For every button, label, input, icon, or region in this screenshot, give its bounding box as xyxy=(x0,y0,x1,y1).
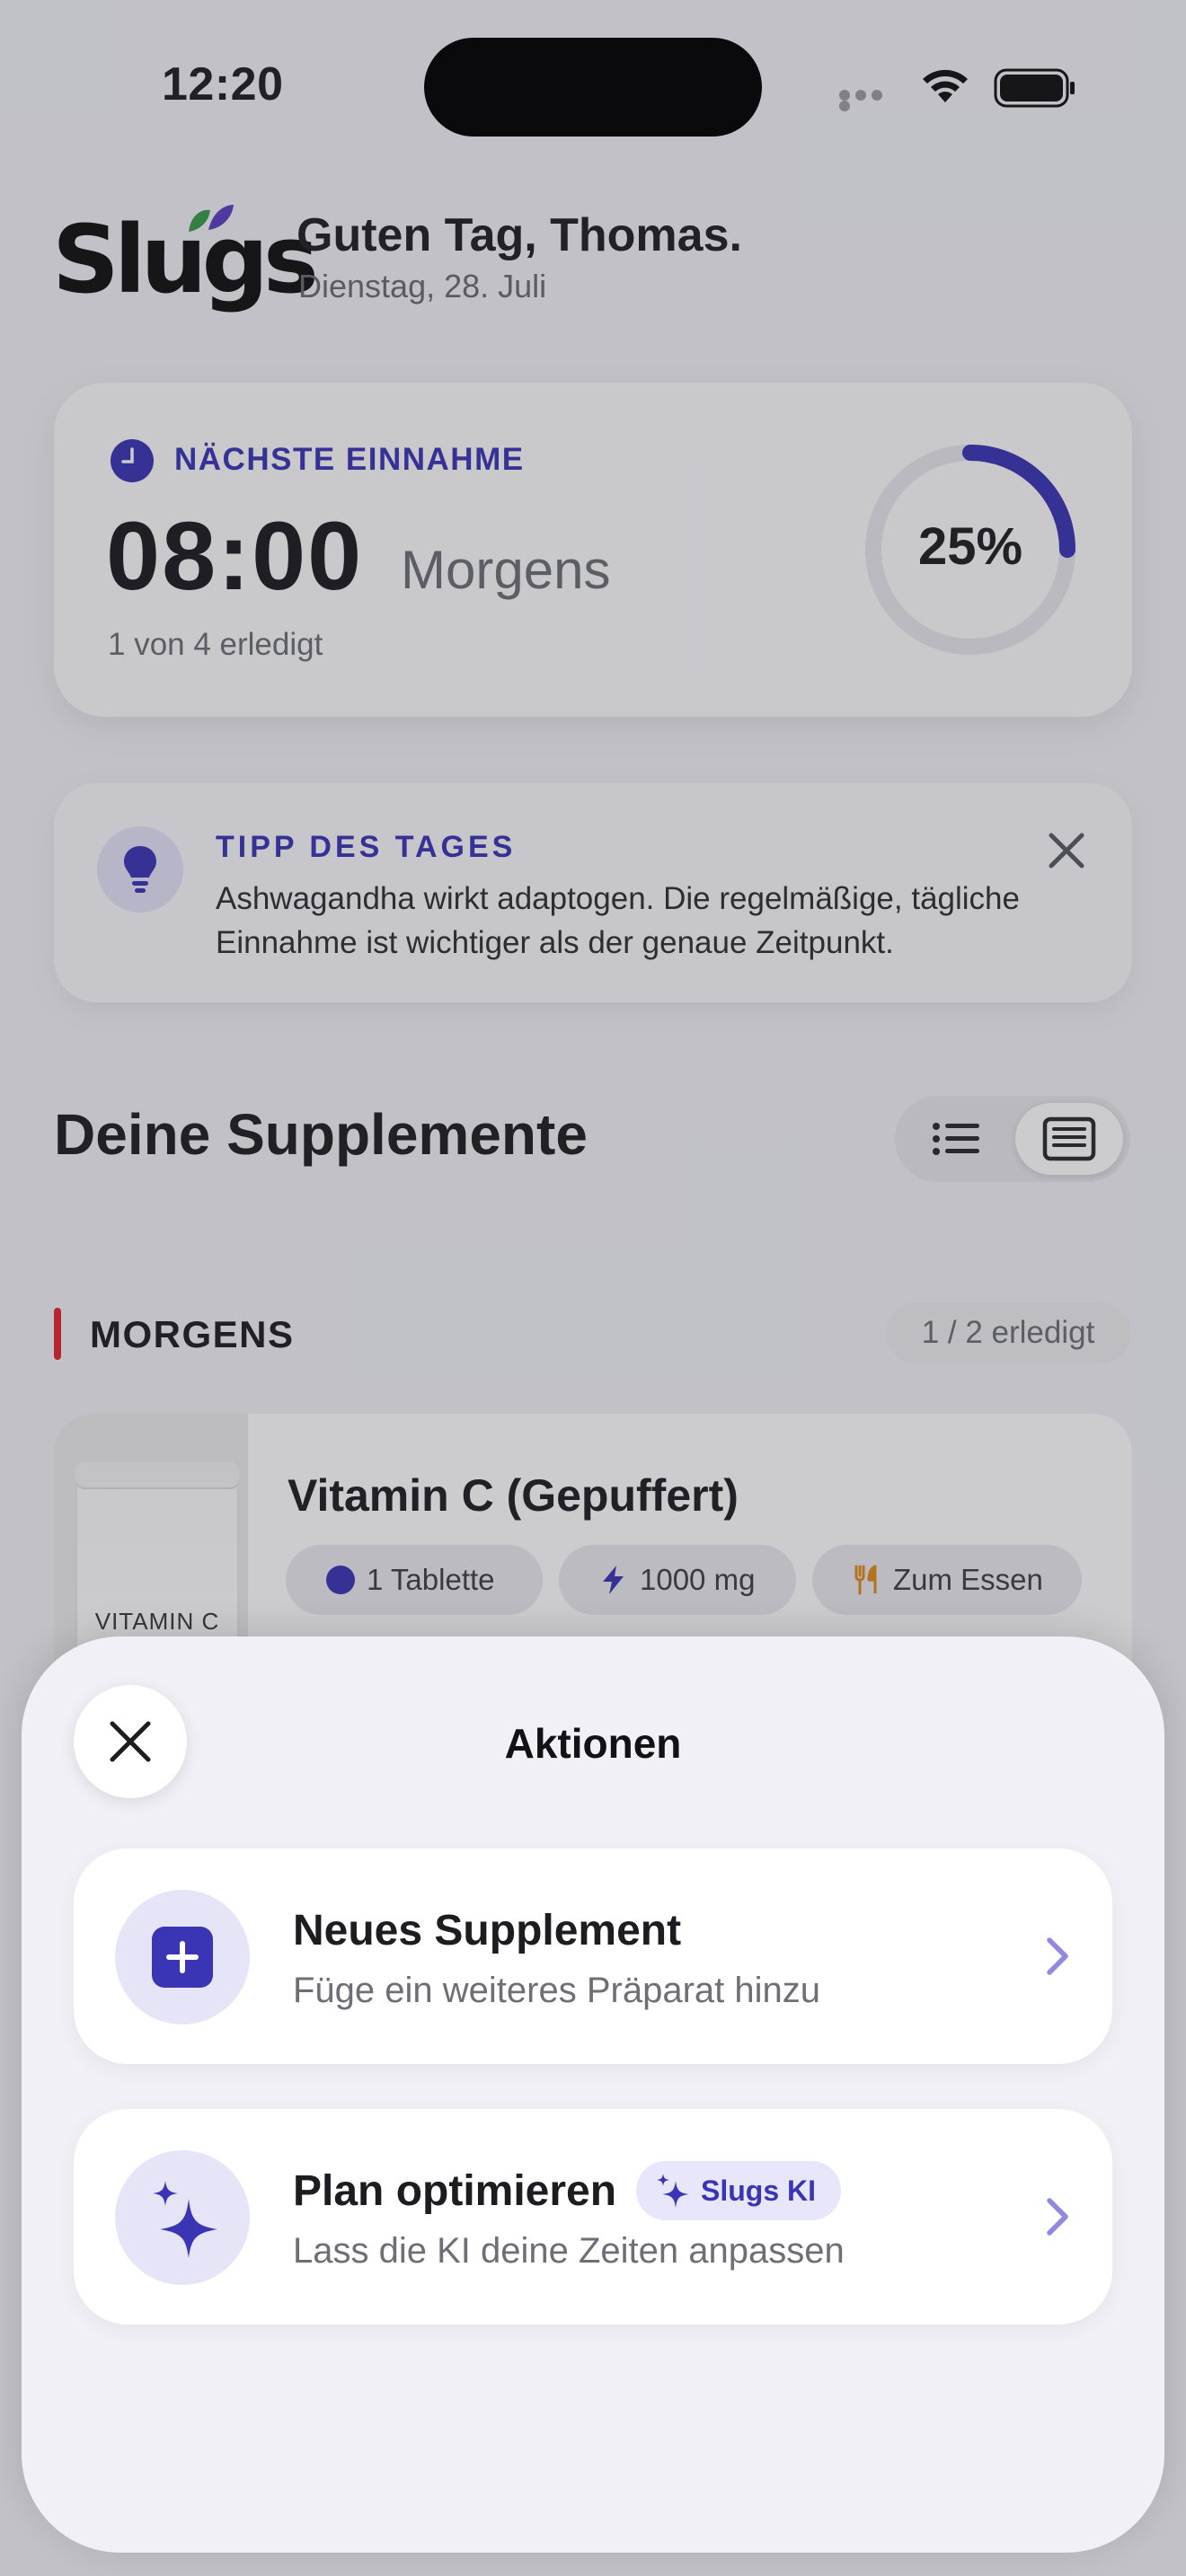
sparkles-icon xyxy=(115,2150,250,2285)
actions-sheet xyxy=(22,1636,1164,2553)
sparkle-icon xyxy=(657,2174,689,2208)
new-supplement-button[interactable]: Neues Supplement Füge ein weiteres Präpa… xyxy=(74,1848,1112,2064)
plus-icon xyxy=(115,1890,250,2025)
action-title: Plan optimieren xyxy=(293,2167,617,2215)
action-title: Neues Supplement xyxy=(293,1907,682,1954)
chevron-right-icon xyxy=(1047,1937,1068,1975)
optimize-plan-button[interactable]: Plan optimieren Slugs KI Lass die KI dei… xyxy=(74,2109,1112,2325)
action-subtitle: Lass die KI deine Zeiten anpassen xyxy=(293,2231,845,2271)
chevron-right-icon xyxy=(1047,2198,1068,2236)
slugs-ki-badge: Slugs KI xyxy=(636,2161,842,2220)
action-subtitle: Füge ein weiteres Präparat hinzu xyxy=(293,1971,820,2010)
sheet-title: Aktionen xyxy=(504,1720,682,1767)
